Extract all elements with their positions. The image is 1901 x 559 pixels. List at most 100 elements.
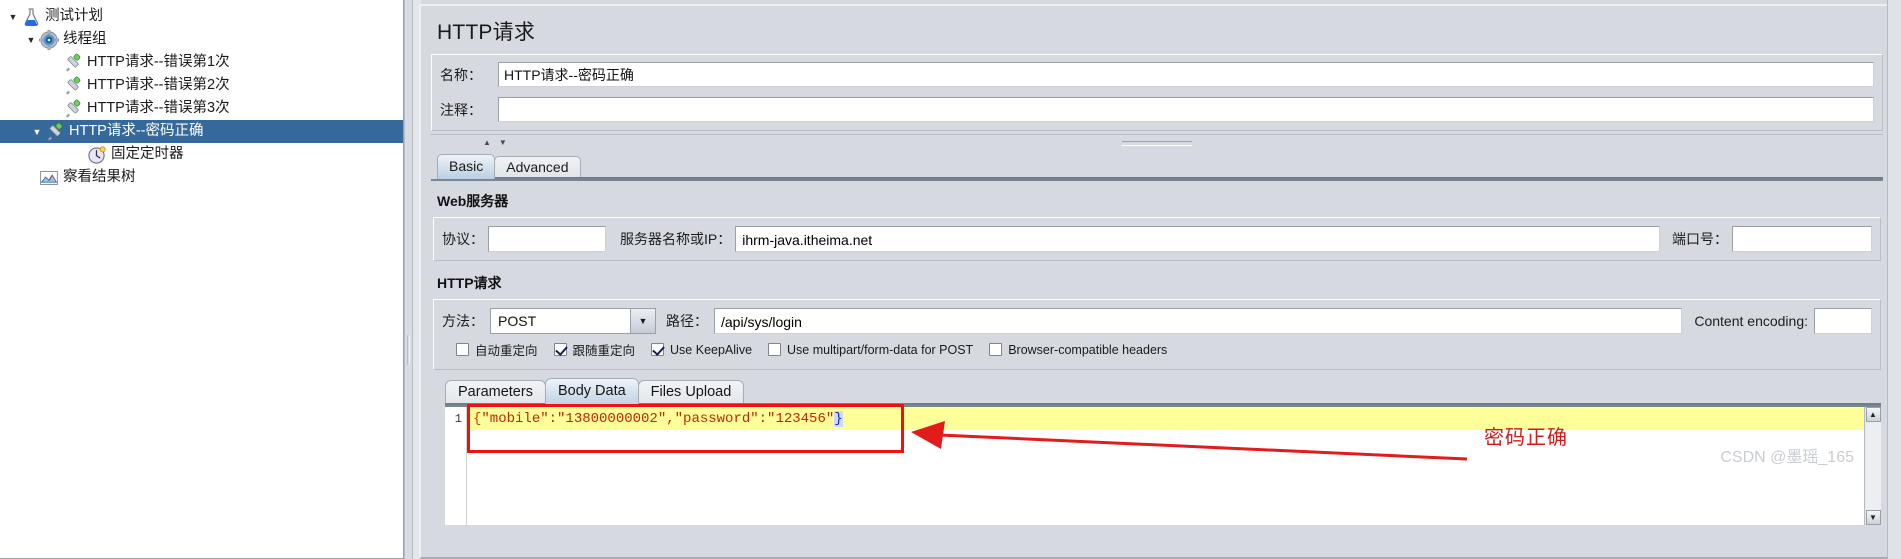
checkbox-use-multipart[interactable]: Use multipart/form-data for POST [768,343,973,357]
tree-node-http-error-1[interactable]: HTTP请求--错误第1次 [0,51,403,74]
tree-node-constant-timer[interactable]: 固定定时器 [0,143,403,166]
editor-vertical-scrollbar[interactable]: ▲ ▼ [1864,407,1881,525]
tab-advanced[interactable]: Advanced [494,156,581,179]
jmeter-window: ▼ 测试计划 ▼ 线程组 HTTP请求--错误第1次 HTTP请求--错误第2次… [0,0,1901,559]
scroll-up-icon[interactable]: ▲ [1865,407,1881,422]
checkbox-browser-compatible-headers[interactable]: Browser-compatible headers [989,343,1167,357]
http-request-panel: HTTP请求 名称： HTTP请求--密码正确 注释： ▲ ▼ Basic Ad… [413,0,1901,559]
tree-node-label: 测试计划 [45,8,103,24]
test-plan-tree-pane[interactable]: ▼ 测试计划 ▼ 线程组 HTTP请求--错误第1次 HTTP请求--错误第2次… [0,0,404,559]
basic-tab-content: Web服务器 协议： 服务器名称或IP： ihrm-java.itheima.n… [431,179,1883,525]
port-label: 端口号： [1672,231,1728,247]
json-open-brace: { [473,410,482,427]
tree-node-label: HTTP请求--错误第3次 [87,100,230,116]
splitter-grip[interactable] [407,335,410,365]
panel-scrollbar[interactable] [1887,0,1901,559]
server-input[interactable]: ihrm-java.itheima.net [735,226,1660,252]
method-select[interactable]: POST ▼ [490,308,656,334]
tree-node-label: 固定定时器 [111,146,184,162]
twisty-placeholder [48,97,62,120]
twisty-placeholder [48,51,62,74]
twisty-placeholder [72,143,86,166]
http-request-group: 方法： POST ▼ 路径： /api/sys/login Content en… [433,299,1881,370]
scroll-down-icon[interactable]: ▼ [1865,510,1881,525]
tree-node-http-password-correct[interactable]: ▼ HTTP请求--密码正确 [0,120,403,143]
checkbox-label: Use KeepAlive [670,342,753,357]
content-encoding-label: Content encoding: [1694,313,1808,329]
tab-files-upload[interactable]: Files Upload [637,380,745,405]
checkbox-follow-redirect[interactable]: 跟随重定向 [553,340,636,359]
comment-input[interactable] [498,97,1874,122]
json-body-text: "mobile":"13800000002","password":"12345… [481,410,835,427]
checkbox-label: 跟随重定向 [572,344,636,358]
checkbox-box[interactable] [768,343,782,356]
tree-node-test-plan[interactable]: ▼ 测试计划 [0,5,403,28]
editor-gutter: 1 [445,407,467,525]
checkbox-use-keepalive[interactable]: Use KeepAlive [651,343,752,357]
checkbox-label: Use multipart/form-data for POST [787,342,974,357]
checkbox-box[interactable] [651,343,665,356]
protocol-label: 协议： [442,231,484,247]
http-request-frame: HTTP请求 名称： HTTP请求--密码正确 注释： ▲ ▼ Basic Ad… [419,4,1895,559]
checkbox-box[interactable] [553,343,567,356]
twisty-icon[interactable]: ▼ [24,28,38,51]
tree-list: ▼ 测试计划 ▼ 线程组 HTTP请求--错误第1次 HTTP请求--错误第2次… [0,0,403,189]
editor-code-area[interactable]: {"mobile":"13800000002","password":"1234… [467,404,1864,525]
protocol-input[interactable] [488,226,606,252]
checkbox-auto-redirect[interactable]: 自动重定向 [456,340,538,359]
checkbox-box[interactable] [989,343,1003,356]
path-label: 路径： [666,313,708,329]
tree-node-http-error-3[interactable]: HTTP请求--错误第3次 [0,97,403,120]
comment-label: 注释： [440,101,482,118]
chevron-down-icon[interactable]: ▼ [630,309,655,333]
twisty-icon[interactable]: ▼ [30,120,44,143]
body-data-editor[interactable]: 1 {"mobile":"13800000002","password":"12… [445,404,1881,525]
twisty-placeholder [48,74,62,97]
body-tab-strip: Parameters Body Data Files Upload [445,378,1881,405]
tree-node-label: HTTP请求--错误第1次 [87,54,230,70]
test-plan-icon [20,6,42,28]
tree-node-http-error-2[interactable]: HTTP请求--错误第2次 [0,74,403,97]
name-comment-group: 名称： HTTP请求--密码正确 注释： [431,54,1883,131]
checkbox-label: Browser-compatible headers [1008,342,1168,357]
port-input[interactable] [1732,226,1872,252]
tab-underline [437,177,1883,179]
http-options-checkboxes: 自动重定向 跟随重定向 Use KeepAlive Use multipart/… [442,334,1872,365]
name-label: 名称： [440,66,482,83]
tree-node-label: 察看结果树 [63,169,136,185]
http-sampler-icon [62,98,84,120]
tab-basic[interactable]: Basic [437,154,496,179]
path-input[interactable]: /api/sys/login [714,308,1683,334]
view-results-tree-icon [38,167,60,189]
method-selected-value: POST [498,313,537,329]
csdn-watermark: CSDN @墨瑶_165 [1720,449,1854,466]
annotation-arrow-icon [911,421,1468,461]
timer-icon [86,144,108,166]
comment-row: 注释： [440,97,1874,122]
pane-splitter[interactable] [404,0,413,559]
tree-node-thread-group[interactable]: ▼ 线程组 [0,28,403,51]
tree-node-view-results-tree[interactable]: 察看结果树 [0,166,403,189]
main-tab-strip: Basic Advanced [437,154,1883,179]
scrollbar-track[interactable] [1865,422,1881,510]
twisty-icon[interactable]: ▼ [6,5,20,28]
split-handle[interactable] [1122,141,1192,146]
server-label: 服务器名称或IP： [620,231,732,247]
checkbox-label: 自动重定向 [475,344,538,358]
http-request-section-title: HTTP请求 [437,275,502,291]
annotation-label: 密码正确 [1484,427,1568,449]
name-input[interactable]: HTTP请求--密码正确 [498,62,1874,87]
thread-group-icon [38,29,60,51]
collapse-down-icon[interactable]: ▼ [499,138,507,147]
page-title: HTTP请求 [437,21,536,44]
tab-body-data[interactable]: Body Data [544,378,639,405]
collapse-up-icon[interactable]: ▲ [483,138,491,147]
http-sampler-icon [44,121,66,143]
content-encoding-input[interactable] [1814,308,1872,334]
twisty-placeholder [24,166,38,189]
web-server-group: 协议： 服务器名称或IP： ihrm-java.itheima.net 端口号： [433,217,1881,261]
collapse-arrows-strip: ▲ ▼ [431,134,1883,150]
method-label: 方法： [442,313,484,329]
tab-parameters[interactable]: Parameters [445,380,546,405]
checkbox-box[interactable] [456,343,469,356]
